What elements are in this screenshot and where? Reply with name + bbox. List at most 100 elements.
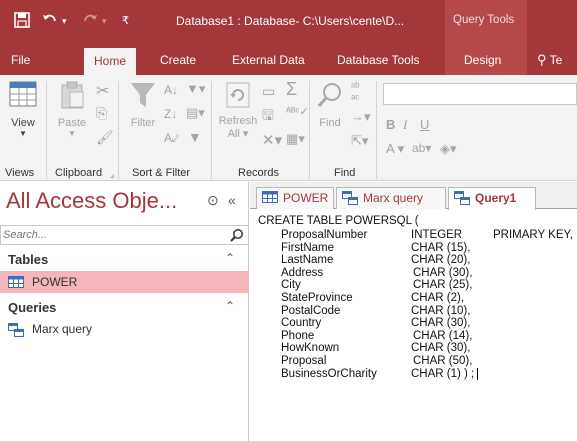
bold-button[interactable]: B	[386, 117, 395, 132]
sql-field-name: Proposal	[281, 355, 327, 367]
clipboard-launcher-icon[interactable]: ⌟	[110, 169, 114, 180]
selection-filter-icon[interactable]: ▼▾	[186, 81, 205, 97]
ribbon-tabs: File Home Create External Data Database …	[0, 45, 577, 75]
query-tools-label: Query Tools	[453, 14, 515, 26]
doc-tab-power[interactable]: POWER	[256, 187, 334, 209]
sql-field-name: LastName	[281, 254, 334, 267]
redo-icon[interactable]	[82, 12, 98, 32]
group-label-records: Records	[238, 167, 279, 179]
table-icon	[8, 276, 24, 291]
datasheet-view-icon	[9, 81, 37, 107]
refresh-icon	[226, 82, 250, 108]
undo-dropdown-icon[interactable]: ▾	[62, 16, 67, 27]
tab-file[interactable]: File	[11, 45, 30, 75]
more-records-icon[interactable]: ▦▾	[286, 131, 305, 147]
font-color-button[interactable]: A ▾	[386, 141, 404, 157]
tab-design[interactable]: Design	[445, 45, 527, 75]
nav-item-power-table[interactable]: POWER	[0, 271, 249, 293]
sql-field-constraint: PRIMARY KEY,	[493, 229, 573, 241]
section-label: Queries	[8, 300, 57, 315]
totals-icon[interactable]: Σ	[286, 79, 297, 100]
nav-menu-dropdown-icon[interactable]: ⊙	[207, 192, 219, 209]
sort-descending-icon[interactable]: Z↓	[164, 107, 177, 121]
nav-item-marx-query[interactable]: Marx query	[0, 318, 249, 340]
doc-tab-label: POWER	[283, 191, 329, 205]
sql-field-name: Address	[281, 266, 324, 279]
new-record-icon[interactable]: ▭	[262, 83, 275, 100]
sql-field-name: ProposalNumber	[281, 229, 368, 241]
table-icon	[262, 191, 278, 206]
copy-icon[interactable]: ⎘	[96, 105, 107, 122]
remove-sort-icon[interactable]: A⤦	[164, 131, 179, 146]
sql-editor[interactable]: CREATE TABLE POWERSQL ( ProposalNumber IN…	[250, 210, 577, 441]
sql-field-name: City	[281, 279, 301, 292]
group-separator	[376, 81, 377, 179]
find-button[interactable]: Find	[314, 81, 346, 129]
nav-section-tables[interactable]: Tables ⌃	[0, 248, 249, 270]
tab-home[interactable]: Home	[84, 48, 137, 75]
lightbulb-icon: ⚲	[537, 52, 547, 67]
format-painter-icon[interactable]: 🖌	[96, 129, 114, 146]
cut-icon[interactable]: ✂	[96, 81, 109, 101]
highlight-color-button[interactable]: ab▾	[412, 141, 431, 155]
tab-tell-me[interactable]: ⚲ Te	[537, 45, 562, 75]
sql-field-type: CHAR (20),	[411, 254, 471, 267]
font-name-select[interactable]	[383, 83, 577, 105]
italic-button[interactable]: I	[403, 117, 407, 133]
nav-search-input[interactable]	[1, 226, 221, 244]
sql-field-type: CHAR (50),	[413, 355, 473, 367]
group-separator	[211, 81, 212, 179]
go-to-icon[interactable]: →▾	[351, 109, 371, 125]
fill-color-button[interactable]: ◈▾	[440, 141, 457, 157]
sql-field-type: CHAR (1) ) ;	[411, 367, 475, 380]
search-icon[interactable]	[230, 228, 244, 245]
toggle-filter-icon[interactable]: ▼	[188, 129, 202, 145]
group-label-clipboard: Clipboard	[55, 167, 103, 179]
save-record-icon[interactable]: 🖫	[262, 105, 274, 129]
text-cursor	[476, 367, 478, 380]
replace-icon[interactable]: ᵃᵇ ᵃᶜ	[351, 81, 359, 105]
paste-button[interactable]: Paste ▼	[52, 81, 92, 138]
nav-item-label: POWER	[32, 275, 78, 289]
doc-tab-label: Marx query	[363, 191, 424, 205]
group-separator	[46, 81, 47, 179]
view-dropdown-icon: ▼	[19, 129, 27, 138]
sql-field-name: Country	[281, 317, 322, 330]
clipboard-icon	[61, 81, 84, 109]
sql-field-type: CHAR (25),	[413, 279, 473, 292]
refresh-all-button[interactable]: Refresh All ▾	[217, 81, 259, 140]
refresh-all-label: All ▾	[227, 128, 249, 140]
nav-section-queries[interactable]: Queries ⌃	[0, 296, 249, 318]
tell-me-label: Te	[549, 53, 563, 67]
redo-dropdown-icon[interactable]: ▾	[102, 16, 107, 27]
shutter-bar-close-icon[interactable]: «	[228, 192, 236, 208]
sql-field-name: Phone	[281, 329, 315, 342]
magnifier-icon	[317, 83, 341, 107]
sql-field-name: FirstName	[281, 241, 335, 254]
tab-create[interactable]: Create	[160, 45, 196, 75]
filter-button[interactable]: Filter	[126, 81, 160, 129]
advanced-filter-icon[interactable]: ▤▾	[186, 105, 205, 121]
nav-search-box	[0, 225, 249, 245]
underline-button[interactable]: U	[420, 117, 429, 132]
undo-icon[interactable]	[42, 12, 58, 32]
doc-tab-query1[interactable]: Query1	[448, 187, 536, 210]
spelling-icon[interactable]: ᴬᴮᶜ✓	[286, 105, 309, 118]
tab-external-data[interactable]: External Data	[232, 45, 305, 75]
delete-record-icon[interactable]: ✕▾	[262, 131, 282, 149]
sql-field-type: CHAR (30),	[411, 342, 471, 355]
sort-ascending-icon[interactable]: A↓	[164, 83, 178, 97]
query-icon	[454, 191, 470, 208]
paste-dropdown-icon: ▼	[68, 129, 76, 138]
group-separator	[309, 81, 310, 179]
title-bar: ▾ ▾ ₹ Database1 : Database- C:\Users\cen…	[0, 0, 577, 45]
customize-qat-icon[interactable]: ₹	[122, 14, 129, 27]
nav-pane-header[interactable]: All Access Obje...	[6, 188, 177, 214]
tab-database-tools[interactable]: Database Tools	[337, 45, 420, 75]
view-button[interactable]: View ▼	[6, 81, 40, 138]
sql-field-name: StateProvince	[281, 292, 353, 304]
save-icon[interactable]	[14, 12, 30, 32]
doc-tab-marx-query[interactable]: Marx query	[336, 187, 446, 209]
select-icon[interactable]: ⇱▾	[351, 133, 368, 149]
sql-field-type: CHAR (10),	[411, 304, 471, 317]
